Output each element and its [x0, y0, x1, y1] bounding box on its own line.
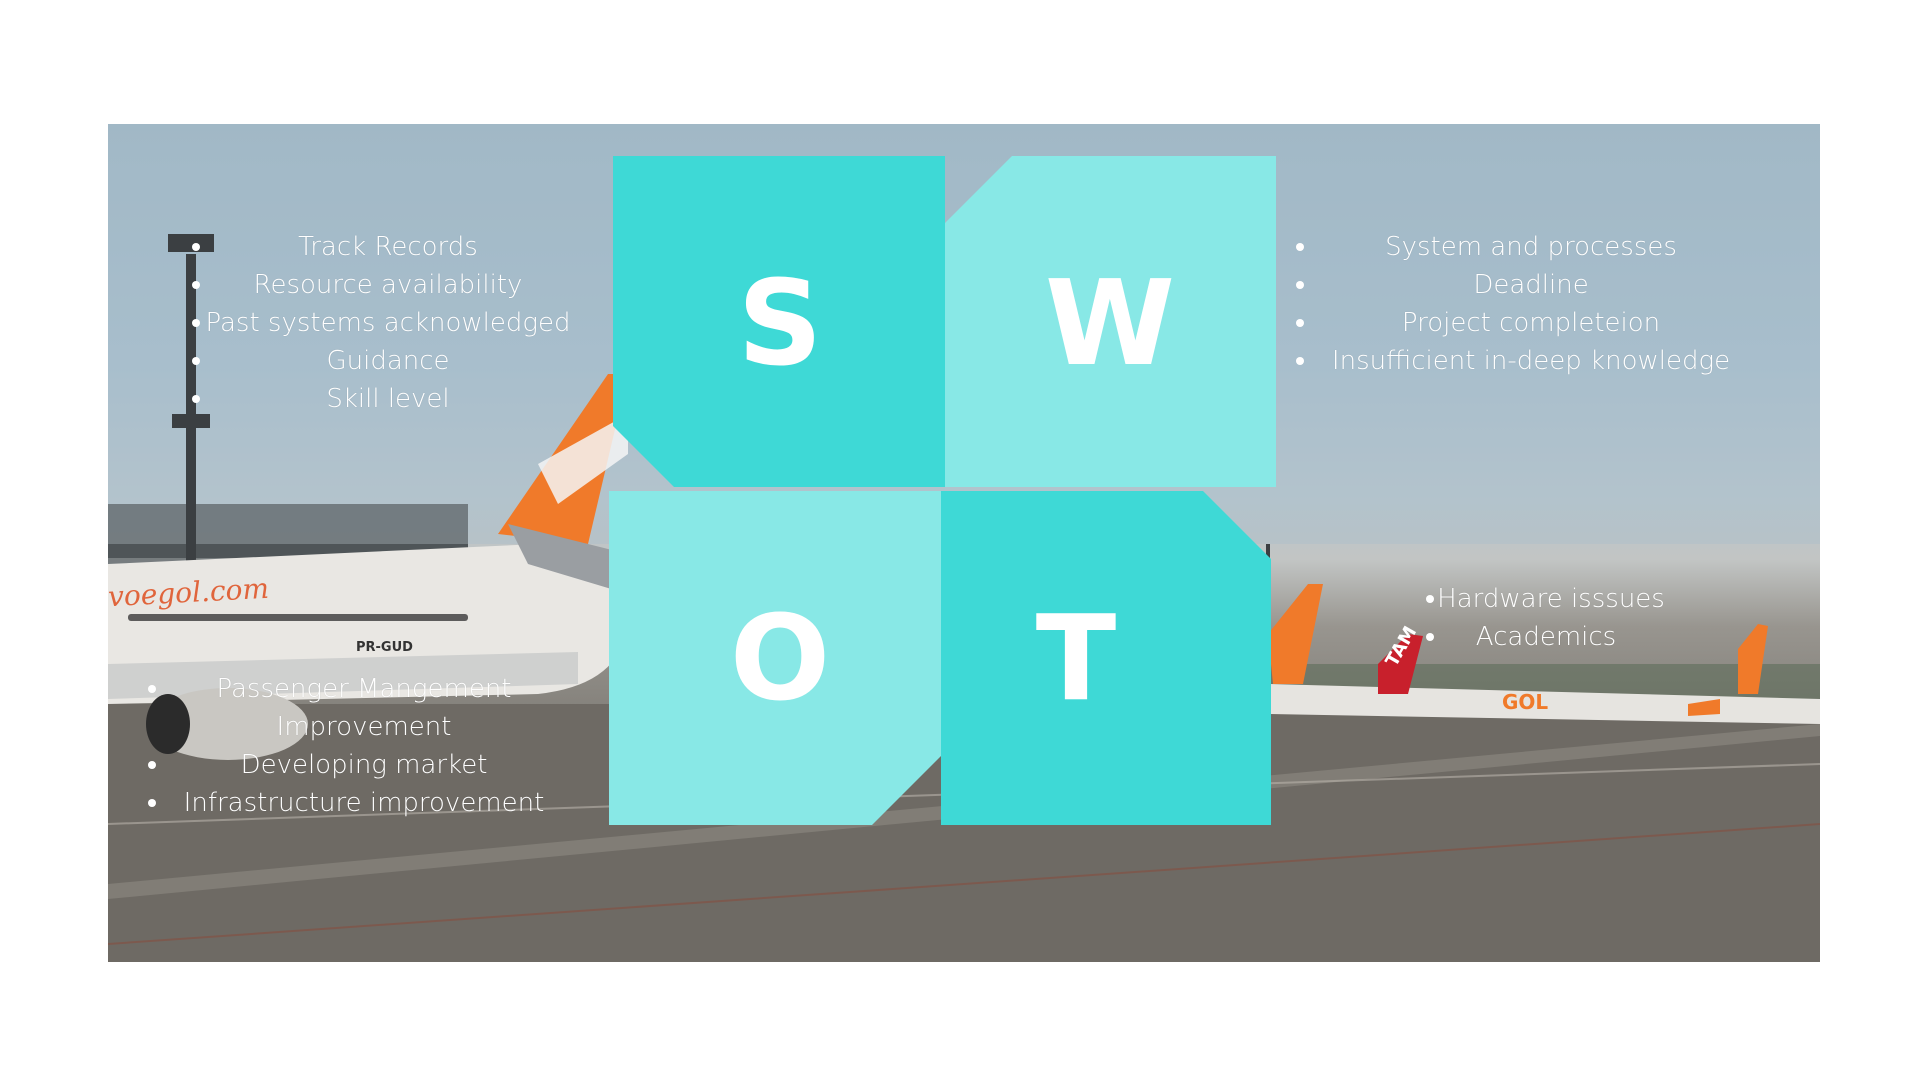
list-item: Past systems acknowledged	[188, 304, 588, 342]
strengths-list: Track Records Resource availability Past…	[188, 228, 588, 418]
list-item: Developing market	[144, 746, 584, 784]
weaknesses-list: System and processes Deadline Project co…	[1296, 228, 1766, 380]
bullet-icon	[192, 281, 200, 289]
list-item: Insufficient in-deep knowledge	[1296, 342, 1766, 380]
list-item: Skill level	[188, 380, 588, 418]
bullet-icon	[1296, 243, 1304, 251]
bullet-icon	[1426, 595, 1434, 603]
opportunities-list: Passenger Mangement Improvement Developi…	[144, 670, 584, 822]
bullet-icon	[1296, 281, 1304, 289]
swot-slide: S W O T Track Records Resource availabil…	[108, 124, 1820, 962]
registration-text: PR-GUD	[356, 640, 413, 655]
list-item: Project completeion	[1296, 304, 1766, 342]
strength-letter: S	[737, 254, 823, 392]
bullet-icon	[192, 243, 200, 251]
list-item: System and processes	[1296, 228, 1766, 266]
list-item: Resource availability	[188, 266, 588, 304]
opportunity-letter: O	[729, 589, 831, 727]
tail-logo-gol: GOL	[1502, 690, 1549, 714]
weakness-letter: W	[1044, 254, 1176, 392]
bullet-icon	[148, 799, 156, 807]
list-item: Academics	[1426, 618, 1666, 656]
bullet-icon	[148, 761, 156, 769]
list-item: Deadline	[1296, 266, 1766, 304]
bullet-icon	[192, 357, 200, 365]
list-item: Passenger Mangement Improvement	[144, 670, 584, 746]
bullet-icon	[192, 395, 200, 403]
list-item: Hardware isssues	[1426, 580, 1666, 618]
bullet-icon	[1296, 357, 1304, 365]
bullet-icon	[1426, 633, 1434, 641]
bullet-icon	[148, 685, 156, 693]
list-item: Infrastructure improvement	[144, 784, 584, 822]
list-item: Track Records	[188, 228, 588, 266]
bullet-icon	[1296, 319, 1304, 327]
threats-list: Hardware isssues Academics	[1426, 580, 1666, 656]
threat-letter: T	[1035, 589, 1117, 727]
bullet-icon	[192, 319, 200, 327]
list-item: Guidance	[188, 342, 588, 380]
